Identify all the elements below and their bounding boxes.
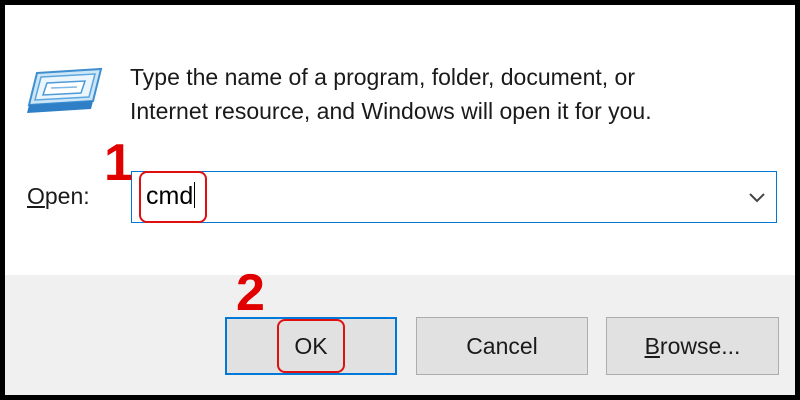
browse-button-accelerator: B xyxy=(644,332,660,359)
browse-button-label: rowse... xyxy=(659,332,741,359)
open-label-accelerator: O xyxy=(27,183,45,209)
description-line-1: Type the name of a program, folder, docu… xyxy=(130,64,636,90)
step-1-marker: 1 xyxy=(104,134,133,192)
open-combobox[interactable]: cmd xyxy=(131,171,777,223)
browse-button[interactable]: Browse... xyxy=(606,317,779,375)
run-program-icon xyxy=(27,67,103,113)
run-dialog: Type the name of a program, folder, docu… xyxy=(0,0,800,400)
cancel-button-label: Cancel xyxy=(466,332,538,359)
cancel-button[interactable]: Cancel xyxy=(416,317,588,375)
description-line-2: Internet resource, and Windows will open… xyxy=(130,98,652,124)
dialog-description: Type the name of a program, folder, docu… xyxy=(130,60,770,128)
chevron-down-icon[interactable] xyxy=(746,186,768,208)
step-2-marker: 2 xyxy=(236,264,265,322)
open-label: Open: xyxy=(27,183,90,210)
open-label-text: pen: xyxy=(44,183,90,209)
cmd-highlight-box xyxy=(139,171,207,223)
ok-highlight-box xyxy=(277,319,345,373)
